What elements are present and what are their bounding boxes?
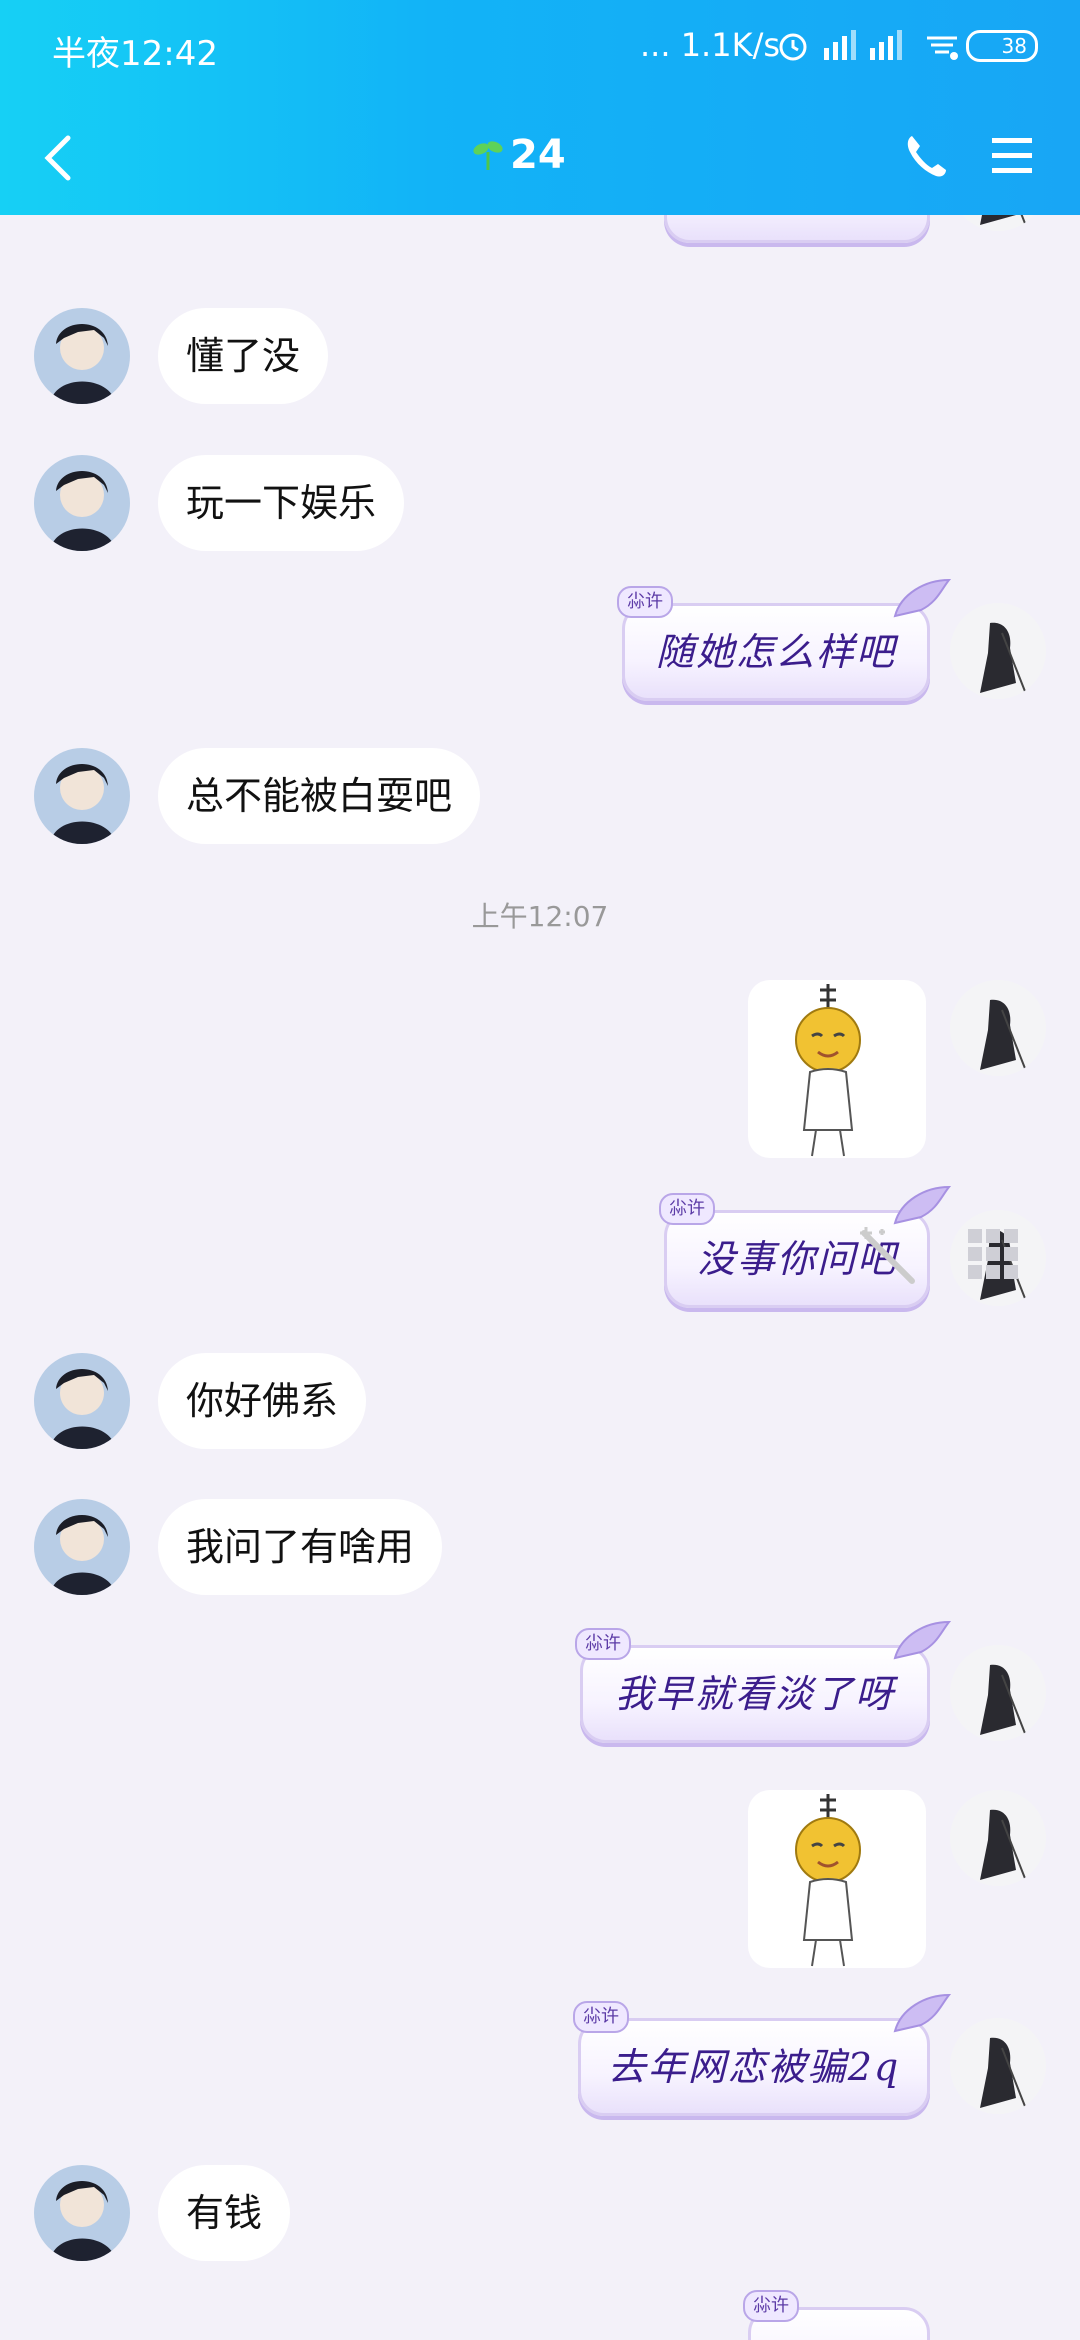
friend-avatar[interactable] [34,455,130,551]
friend-avatar[interactable] [34,1353,130,1449]
back-icon[interactable] [30,128,90,188]
chat-title: 24 [470,132,566,178]
message-bubble[interactable]: 懂了没 [158,308,329,404]
message-text: 去年网恋被骗2q [607,2045,901,2089]
my-avatar[interactable] [950,603,1046,699]
message-bubble[interactable]: 尛许 去年网恋被骗2q [573,1993,951,2116]
my-avatar[interactable] [950,215,1046,231]
signal-icon [824,30,856,60]
nickname-tag: 尛许 [573,2001,629,2033]
chat-header: 24 [0,110,1080,210]
message-bubble[interactable]: 你好佛系 [158,1353,367,1449]
wing-icon [893,1185,951,1225]
chat-message-list[interactable]: 懂了没 玩一下娱乐 尛许 随她怎么样吧 总不能被白耍吧 上午12:07 尛许 没… [0,215,1080,2340]
friend-avatar[interactable] [34,308,130,404]
my-avatar[interactable] [950,980,1046,1076]
message-bubble[interactable]: 玩一下娱乐 [158,455,405,551]
message-bubble[interactable]: 有钱 [158,2165,291,2261]
wifi-icon [927,36,958,60]
nickname-tag: 尛许 [575,1628,631,1660]
signal-2-icon [870,30,902,60]
hanging-smiley-sticker[interactable] [748,1790,926,1968]
wing-icon [893,1993,951,2033]
hanging-smiley-sticker[interactable] [748,980,926,1158]
sprout-icon [473,141,503,170]
chat-title-text: 24 [510,132,566,178]
status-time: 半夜12:42 [52,34,218,74]
message-text: 随她怎么样吧 [655,630,896,674]
nickname-tag: 尛许 [617,586,673,618]
message-bubble[interactable]: 我问了有啥用 [158,1499,443,1595]
phone-icon[interactable] [900,130,952,182]
timestamp: 上午12:07 [471,900,609,933]
grid-icon[interactable] [966,1227,1020,1281]
status-bar: 半夜12:42 ... 1.1K/s 38 [0,0,1080,95]
my-avatar[interactable] [950,1645,1046,1741]
message-bubble[interactable]: 总不能被白耍吧 [158,748,481,844]
friend-avatar[interactable] [34,1499,130,1595]
magic-wand-icon[interactable] [856,1225,920,1289]
friend-avatar[interactable] [34,748,130,844]
my-avatar[interactable] [950,1790,1046,1886]
menu-icon[interactable] [988,134,1036,178]
battery-level: 38 [1001,34,1027,58]
message-bubble-partial[interactable]: 尛许 [743,2290,930,2340]
message-bubble[interactable]: 尛许 我早就看淡了呀 [575,1620,951,1743]
wing-icon [893,578,951,618]
message-bubble-partial[interactable] [664,215,930,243]
top-bar: 半夜12:42 ... 1.1K/s 38 24 [0,0,1080,215]
my-avatar[interactable] [950,2018,1046,2114]
wing-icon [893,1620,951,1660]
message-text: 我早就看淡了呀 [614,1672,895,1716]
network-speed: ... 1.1K/s [640,26,781,64]
alarm-icon [779,33,807,61]
battery-icon: 38 [966,30,1038,62]
friend-avatar[interactable] [34,2165,130,2261]
nickname-tag: 尛许 [743,2290,799,2322]
nickname-tag: 尛许 [659,1193,715,1225]
message-bubble[interactable]: 尛许 随她怎么样吧 [617,578,951,701]
